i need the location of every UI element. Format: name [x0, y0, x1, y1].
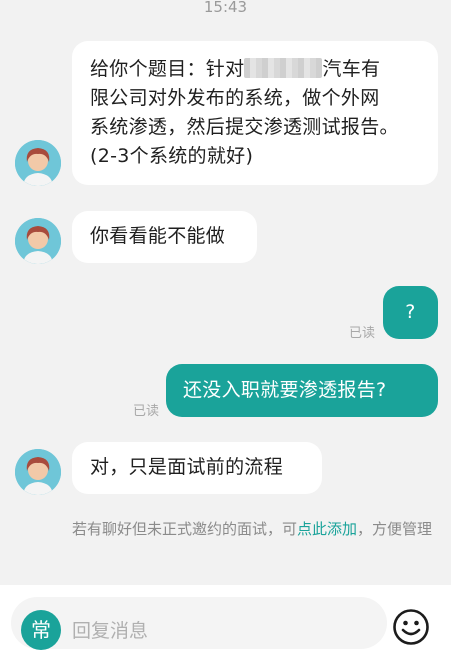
notice-text: 若有聊好但未正式邀约的面试，可 — [71, 520, 297, 538]
message-input-placeholder[interactable]: 回复消息 — [72, 616, 148, 643]
read-receipt: 已读 — [133, 404, 160, 419]
smiley-face-icon — [393, 609, 429, 645]
emoji-button[interactable] — [392, 608, 430, 646]
person-avatar-icon — [15, 218, 61, 264]
person-avatar-icon — [15, 140, 61, 186]
incoming-message-3[interactable]: 对，只是面试前的流程 — [72, 442, 322, 494]
message-input[interactable] — [11, 597, 387, 649]
add-interview-link[interactable]: 点此添加 — [297, 520, 357, 538]
contact-avatar[interactable] — [15, 140, 61, 186]
message-timestamp: 15:43 — [203, 0, 248, 16]
input-bar — [0, 585, 451, 656]
redacted-company-name — [244, 58, 323, 78]
common-phrases-button[interactable]: 常 — [21, 610, 61, 650]
system-notice: 若有聊好但未正式邀约的面试，可点此添加，方便管理 — [62, 518, 442, 540]
outgoing-message-1[interactable]: ? — [383, 286, 438, 339]
incoming-message-2[interactable]: 你看看能不能做 — [72, 211, 257, 263]
outgoing-message-2[interactable]: 还没入职就要渗透报告? — [166, 364, 438, 417]
read-receipt: 已读 — [349, 326, 376, 341]
contact-avatar[interactable] — [15, 218, 61, 264]
contact-avatar[interactable] — [15, 449, 61, 495]
person-avatar-icon — [15, 449, 61, 495]
notice-text: ，方便管理 — [357, 520, 433, 538]
incoming-message-1[interactable]: 给你个题目：针对 汽车有 限公司对外发布的系统，做个外网 系统渗透，然后提交渗透测… — [72, 41, 438, 185]
